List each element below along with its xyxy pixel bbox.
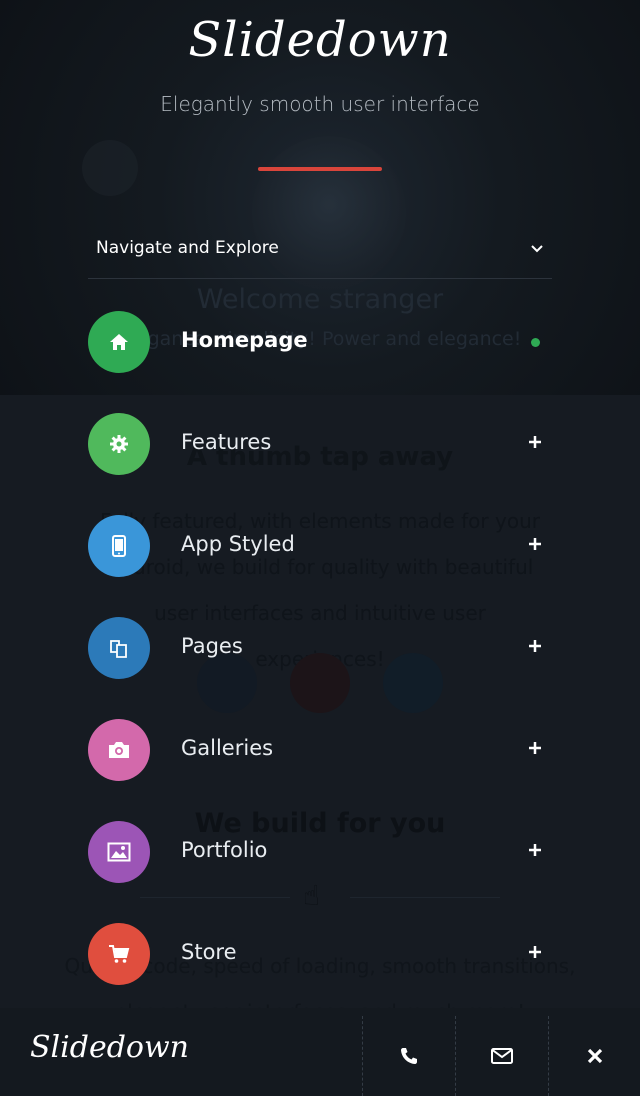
footer-bar: Slidedown [0, 1008, 640, 1096]
divider-left [140, 897, 290, 898]
plus-icon [529, 436, 541, 448]
plus-icon [529, 640, 541, 652]
gear-icon [88, 413, 150, 475]
divider-right [350, 897, 500, 898]
menu-header[interactable]: Navigate and Explore [88, 228, 552, 279]
menu-item-galleries[interactable]: Galleries [88, 719, 552, 783]
menu-item-label: Homepage [181, 328, 308, 352]
pages-icon [88, 617, 150, 679]
active-dot [531, 338, 540, 347]
plus-icon [529, 538, 541, 550]
menu-item-label: Pages [181, 634, 243, 658]
menu-header-label: Navigate and Explore [96, 238, 279, 258]
menu-item-label: Store [181, 940, 237, 964]
menu-item-homepage[interactable]: Homepage [88, 311, 552, 375]
plus-icon [529, 844, 541, 856]
menu-item-label: App Styled [181, 532, 295, 556]
cart-icon [88, 923, 150, 985]
menu-item-app-styled[interactable]: App Styled [88, 515, 552, 579]
menu-item-portfolio[interactable]: Portfolio [88, 821, 552, 885]
chevron-down-icon [531, 245, 543, 253]
camera-icon [88, 719, 150, 781]
menu-item-label: Features [181, 430, 272, 454]
close-button[interactable] [548, 1016, 640, 1096]
image-icon [88, 821, 150, 883]
menu-item-features[interactable]: Features [88, 413, 552, 477]
close-icon [587, 1048, 603, 1064]
home-icon [88, 311, 150, 373]
accent-divider [258, 167, 382, 171]
mail-button[interactable] [455, 1016, 548, 1096]
plus-icon [529, 742, 541, 754]
app-subtitle: Elegantly smooth user interface [160, 92, 480, 116]
mobile-icon [88, 515, 150, 577]
phone-icon [401, 1048, 417, 1064]
mail-icon [491, 1048, 513, 1064]
menu-item-pages[interactable]: Pages [88, 617, 552, 681]
footer-logo: Slidedown [30, 1030, 189, 1065]
plus-icon [529, 946, 541, 958]
app-logo: Slidedown [188, 12, 452, 68]
menu-item-store[interactable]: Store [88, 923, 552, 987]
hero-bowl-image [82, 140, 138, 196]
phone-button[interactable] [362, 1016, 455, 1096]
menu-item-label: Galleries [181, 736, 274, 760]
menu-item-label: Portfolio [181, 838, 268, 862]
